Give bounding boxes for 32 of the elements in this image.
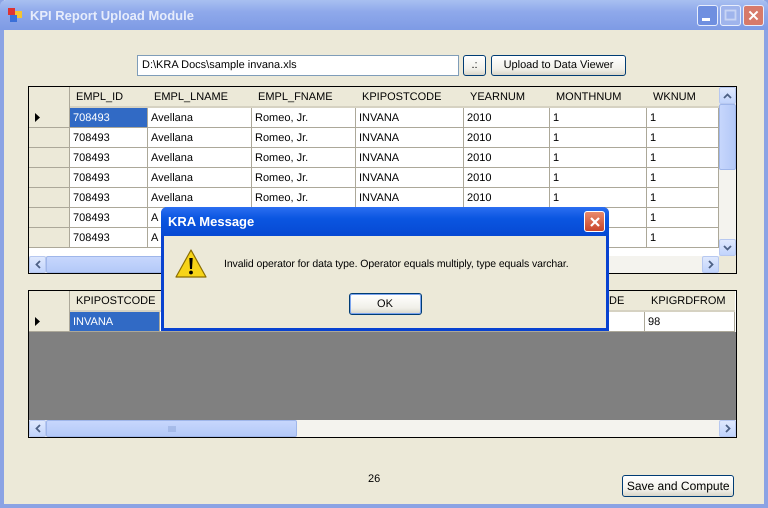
table-cell: 708493 <box>70 128 148 148</box>
table-cell: 2010 <box>464 168 550 188</box>
table-cell: 708493 <box>70 108 148 128</box>
table-cell: 708493 <box>70 188 148 208</box>
table-cell: Romeo, Jr. <box>252 148 356 168</box>
table-cell: 1 <box>550 128 647 148</box>
table-cell: INVANA <box>356 128 464 148</box>
table-cell: Romeo, Jr. <box>252 168 356 188</box>
table-cell: 708493 <box>70 168 148 188</box>
table-cell: Avellana <box>148 108 252 128</box>
count-label: 26 <box>368 473 380 485</box>
table-cell: 708493 <box>70 228 148 248</box>
table-cell: INVANA <box>356 148 464 168</box>
table-cell: INVANA <box>70 312 160 332</box>
table-cell: Romeo, Jr. <box>252 108 356 128</box>
table-cell: 708493 <box>70 148 148 168</box>
error-message: Invalid operator for data type. Operator equals multiply, type equals varchar. <box>224 258 569 270</box>
table-cell: Avellana <box>148 128 252 148</box>
table-cell: 2010 <box>464 128 550 148</box>
table-cell: INVANA <box>356 168 464 188</box>
table-cell: Avellana <box>148 168 252 188</box>
table-cell: INVANA <box>356 108 464 128</box>
dialog-title: KRA Message <box>168 214 254 229</box>
table-cell: 708493 <box>70 208 148 228</box>
table-cell: 1 <box>550 168 647 188</box>
table-cell: 2010 <box>464 148 550 168</box>
table-cell: 2010 <box>464 108 550 128</box>
table-cell: 1 <box>550 108 647 128</box>
window-title: KPI Report Upload Module <box>30 8 194 22</box>
table-cell: Avellana <box>148 148 252 168</box>
table-cell: 1 <box>550 148 647 168</box>
table-cell: Romeo, Jr. <box>252 128 356 148</box>
